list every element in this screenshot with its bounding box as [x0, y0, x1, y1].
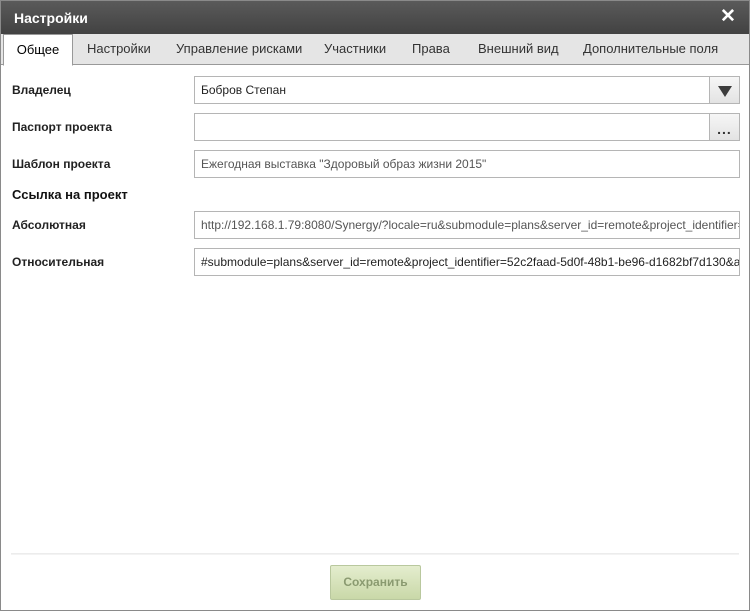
title-bar: Настройки ✕ — [1, 1, 749, 34]
chevron-down-icon — [718, 86, 732, 97]
tab-rights[interactable]: Права — [412, 34, 450, 65]
template-field[interactable]: Ежегодная выставка "Здоровый образ жизни… — [194, 150, 740, 178]
save-button[interactable]: Сохранить — [330, 565, 421, 600]
tab-participants[interactable]: Участники — [324, 34, 386, 65]
dialog-title: Настройки — [14, 10, 88, 26]
passport-label: Паспорт проекта — [12, 120, 113, 134]
owner-select[interactable]: Бобров Степан — [194, 76, 710, 104]
passport-field[interactable] — [194, 113, 710, 141]
owner-label: Владелец — [12, 83, 71, 97]
tab-settings[interactable]: Настройки — [87, 34, 151, 65]
owner-dropdown-button[interactable] — [709, 76, 740, 104]
absolute-label: Абсолютная — [12, 218, 86, 232]
tab-bar: Общее Настройки Управление рисками Участ… — [1, 34, 749, 66]
settings-dialog: Настройки ✕ Общее Настройки Управление р… — [0, 0, 750, 611]
absolute-link-field[interactable]: http://192.168.1.79:8080/Synergy/?locale… — [194, 211, 740, 239]
tab-general[interactable]: Общее — [3, 34, 73, 66]
footer-divider — [11, 553, 739, 555]
tab-appearance[interactable]: Внешний вид — [478, 34, 559, 65]
more-dots-icon[interactable]: ... — [709, 113, 740, 141]
tab-risk-management[interactable]: Управление рисками — [176, 34, 302, 65]
template-label: Шаблон проекта — [12, 157, 111, 171]
close-icon[interactable]: ✕ — [719, 7, 737, 27]
link-section-heading: Ссылка на проект — [12, 187, 128, 202]
relative-link-field[interactable]: #submodule=plans&server_id=remote&projec… — [194, 248, 740, 276]
tab-additional-fields[interactable]: Дополнительные поля — [583, 34, 718, 65]
relative-label: Относительная — [12, 255, 105, 269]
